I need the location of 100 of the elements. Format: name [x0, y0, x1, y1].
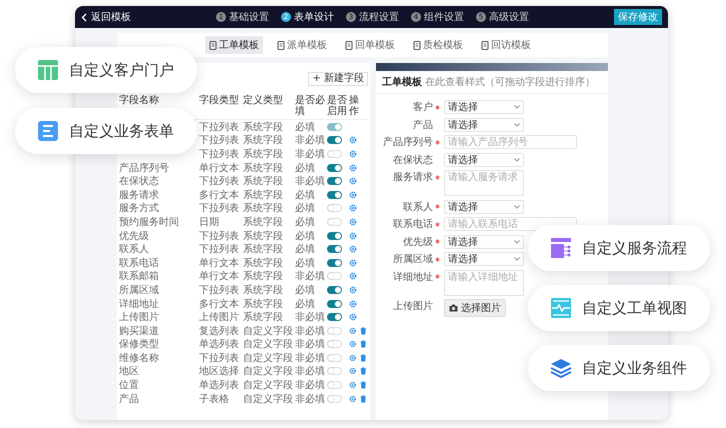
table-cell-text: 必填 — [295, 162, 315, 175]
settings-icon[interactable] — [349, 164, 357, 172]
feature-label: 自定义服务流程 — [582, 238, 687, 258]
table-cell-text: 所属区域 — [119, 284, 159, 297]
table-cell-text: 联系电话 — [119, 256, 159, 270]
select-field[interactable]: 请选择 — [444, 234, 524, 248]
table-cell-text: 下拉列表 — [199, 242, 239, 256]
column-header: 定义类型 — [243, 95, 284, 106]
delete-icon[interactable] — [360, 394, 367, 403]
template-tab[interactable]: 回访模板 — [477, 36, 535, 54]
settings-icon[interactable] — [349, 326, 356, 335]
new-field-button[interactable]: + 新建字段 — [308, 72, 368, 86]
table-cell-text: 系统字段 — [243, 230, 283, 243]
enable-toggle[interactable] — [327, 300, 342, 308]
table-cell-text: 上传图片 — [199, 310, 239, 324]
template-tab[interactable]: 工单模板 — [205, 36, 263, 54]
select-field[interactable]: 请选择 — [444, 200, 524, 214]
table-cell-text: 预约服务时间 — [119, 216, 179, 229]
document-icon — [277, 40, 285, 50]
field-label: 所属区域 — [393, 252, 433, 266]
enable-toggle[interactable] — [327, 286, 342, 294]
settings-icon[interactable] — [349, 204, 357, 212]
table-cell-text: 下拉列表 — [199, 134, 239, 148]
table-cell-text: 系统字段 — [243, 134, 283, 148]
select-field[interactable]: 请选择 — [444, 118, 524, 132]
select-field[interactable]: 请选择 — [444, 252, 524, 266]
table-cell-text: 非必填 — [295, 378, 325, 392]
delete-icon[interactable] — [360, 381, 367, 390]
settings-icon[interactable] — [349, 190, 357, 199]
delete-icon[interactable] — [360, 354, 367, 362]
enable-toggle[interactable] — [327, 136, 342, 144]
field-label: 联系人 — [403, 200, 433, 214]
table-cell-text: 必填 — [295, 284, 315, 297]
table-cell-text: 系统字段 — [243, 202, 283, 216]
table-cell-text: 自定义字段 — [243, 338, 293, 352]
settings-icon[interactable] — [349, 232, 357, 240]
delete-icon[interactable] — [360, 340, 367, 348]
enable-toggle[interactable] — [327, 258, 342, 267]
select-field[interactable]: 请选择 — [444, 100, 524, 114]
enable-toggle[interactable] — [327, 177, 342, 186]
table-cell-text: 自定义字段 — [243, 352, 293, 365]
settings-icon[interactable] — [349, 245, 357, 254]
document-icon — [209, 40, 217, 50]
settings-icon[interactable] — [349, 177, 357, 186]
settings-icon[interactable] — [349, 258, 357, 267]
field-label: 详细地址 — [393, 270, 433, 284]
table-cell-text: 下拉列表 — [199, 230, 239, 243]
feature-label: 自定义业务组件 — [582, 358, 687, 378]
table-cell-text: 单行文本 — [199, 256, 239, 270]
table-cell-text: 地区 — [119, 364, 139, 378]
settings-icon[interactable] — [349, 150, 357, 158]
table-cell-text: 非必填 — [295, 352, 325, 365]
template-tab[interactable]: 质检模板 — [409, 36, 467, 54]
field-label: 联系电话 — [393, 218, 433, 231]
settings-icon[interactable] — [349, 381, 356, 390]
enable-toggle[interactable] — [327, 313, 342, 322]
settings-icon[interactable] — [349, 394, 356, 403]
textarea-field[interactable]: 请输入详细地址 — [444, 270, 524, 296]
camera-icon — [449, 304, 458, 312]
table-cell-text: 非必填 — [295, 392, 325, 406]
settings-icon[interactable] — [349, 340, 356, 348]
enable-toggle[interactable] — [327, 232, 342, 240]
enable-toggle[interactable] — [327, 164, 342, 172]
template-tab[interactable]: 派单模板 — [273, 36, 331, 54]
field-label: 产品序列号 — [383, 136, 433, 149]
textarea-field[interactable]: 请输入服务请求 — [444, 170, 524, 196]
table-cell-text: 子表格 — [199, 392, 229, 406]
table-cell-text: 系统字段 — [243, 120, 283, 134]
back-button[interactable]: 返回模板 — [81, 10, 131, 24]
table-cell-text: 购买渠道 — [119, 324, 159, 338]
select-field[interactable]: 请选择 — [444, 152, 524, 166]
table-cell-text: 在保状态 — [119, 174, 159, 188]
settings-icon[interactable] — [349, 367, 356, 376]
table-cell-text: 下拉列表 — [199, 352, 239, 365]
input-field[interactable]: 请输入产品序列号 — [444, 135, 577, 149]
table-cell-text: 系统字段 — [243, 188, 283, 202]
upload-image-button[interactable]: 选择图片 — [444, 299, 506, 317]
table-cell-text: 系统字段 — [243, 148, 283, 161]
table-cell-text: 保修类型 — [119, 338, 159, 352]
settings-icon[interactable] — [349, 313, 357, 322]
table-cell-text: 非必填 — [295, 174, 325, 188]
settings-icon[interactable] — [349, 136, 357, 144]
settings-icon[interactable] — [349, 218, 357, 226]
settings-icon[interactable] — [349, 272, 357, 280]
document-icon — [413, 40, 421, 50]
column-header: 是否启用 — [327, 95, 348, 117]
enable-toggle[interactable] — [327, 245, 342, 254]
enable-toggle[interactable] — [327, 190, 342, 199]
delete-icon[interactable] — [360, 367, 367, 376]
settings-icon[interactable] — [349, 300, 357, 308]
settings-icon[interactable] — [349, 354, 356, 362]
field-label: 服务请求 — [393, 170, 433, 184]
table-cell-text: 必填 — [295, 202, 315, 216]
settings-icon[interactable] — [349, 286, 357, 294]
template-tab[interactable]: 回单模板 — [341, 36, 399, 54]
table-cell-text: 单选列表 — [199, 378, 239, 392]
table-cell-text: 系统字段 — [243, 242, 283, 256]
enable-toggle[interactable] — [327, 122, 342, 131]
table-cell-text: 产品 — [119, 392, 139, 406]
delete-icon[interactable] — [360, 326, 367, 335]
